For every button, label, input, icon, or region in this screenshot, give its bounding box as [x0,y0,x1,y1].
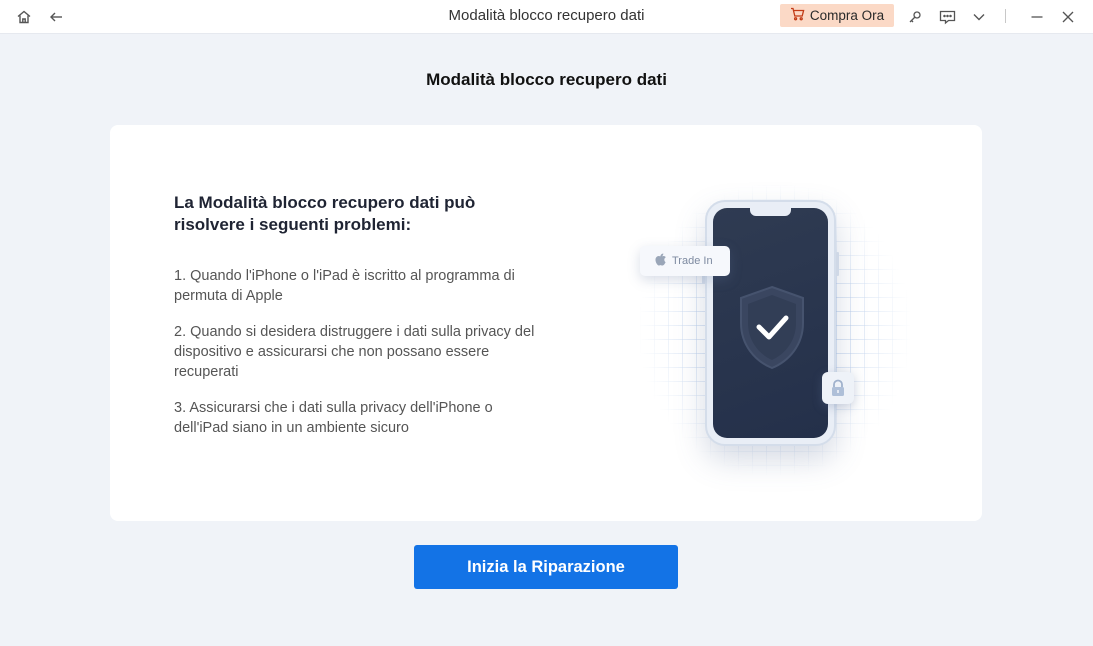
feedback-icon[interactable] [935,5,959,29]
start-repair-button[interactable]: Inizia la Riparazione [414,545,678,589]
buy-now-label: Compra Ora [809,8,885,23]
key-icon[interactable] [903,5,927,29]
page-title: Modalità blocco recupero dati [426,70,667,89]
title-bar: Modalità blocco recupero dati Compra Ora [0,0,1093,34]
list-item: 3. Assicurarsi che i dati sulla privacy … [174,400,493,436]
shield-check-icon [740,285,804,370]
cart-icon [790,7,805,24]
lock-badge [822,372,854,404]
list-item: 2. Quando si desidera distruggere i dati… [174,324,535,380]
titlebar-divider [1005,9,1006,23]
back-icon[interactable] [44,5,68,29]
trade-in-badge: Trade In [640,246,730,276]
close-icon[interactable] [1056,5,1080,29]
home-icon[interactable] [12,5,36,29]
phone-image [702,200,839,446]
apple-icon [655,253,667,269]
list-item: 1. Quando l'iPhone o l'iPad è iscritto a… [174,268,515,304]
minimize-icon[interactable] [1025,5,1049,29]
trade-in-label: Trade In [672,255,713,267]
buy-now-button[interactable]: Compra Ora [780,4,894,27]
info-card: La Modalità blocco recupero dati può ris… [110,125,982,521]
chevron-down-icon[interactable] [967,5,991,29]
phone-screen [713,208,828,438]
window-title: Modalità blocco recupero dati [448,7,645,24]
phone-illustration: Trade In [635,185,915,495]
lock-icon [832,379,844,396]
card-title: La Modalità blocco recupero dati può ris… [174,193,476,234]
